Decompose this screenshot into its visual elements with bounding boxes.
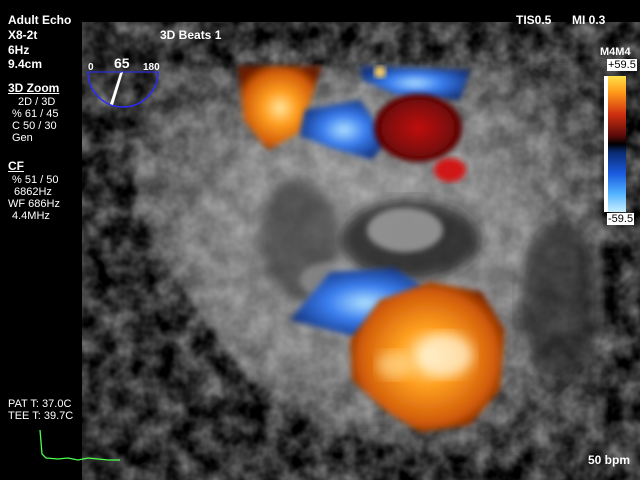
gauge-needle-icon <box>110 72 123 105</box>
velocity-color-gradient <box>608 76 626 212</box>
tee-temperature: TEE T: 39.7C <box>8 410 74 422</box>
beats-label: 3D Beats 1 <box>160 28 222 42</box>
zoom-gen: Gen <box>12 132 33 144</box>
gauge-value: 65 <box>114 55 130 71</box>
ecg-trace <box>39 429 120 461</box>
heart-rate: 50 bpm <box>588 453 631 467</box>
cf-frequency: 4.4MHz <box>12 210 50 222</box>
exam-preset-label: Adult Echo <box>8 13 72 27</box>
zoom-section-title: 3D Zoom <box>8 81 60 95</box>
gauge-min: 0 <box>88 62 94 73</box>
rotation-angle-gauge <box>87 71 159 108</box>
frame-rate-label: 6Hz <box>8 43 30 57</box>
tis-label: TIS0.5 <box>516 13 552 27</box>
gauge-max: 180 <box>143 62 160 73</box>
colormap-bottom-value: -59.5 <box>607 213 635 225</box>
velocity-color-scale <box>604 70 632 220</box>
colormap-name: M4M4 <box>600 46 631 58</box>
probe-label: X8-2t <box>8 28 38 42</box>
mi-label: MI 0.3 <box>572 13 606 27</box>
depth-label: 9.4cm <box>8 57 43 71</box>
cf-section-title: CF <box>8 159 24 173</box>
